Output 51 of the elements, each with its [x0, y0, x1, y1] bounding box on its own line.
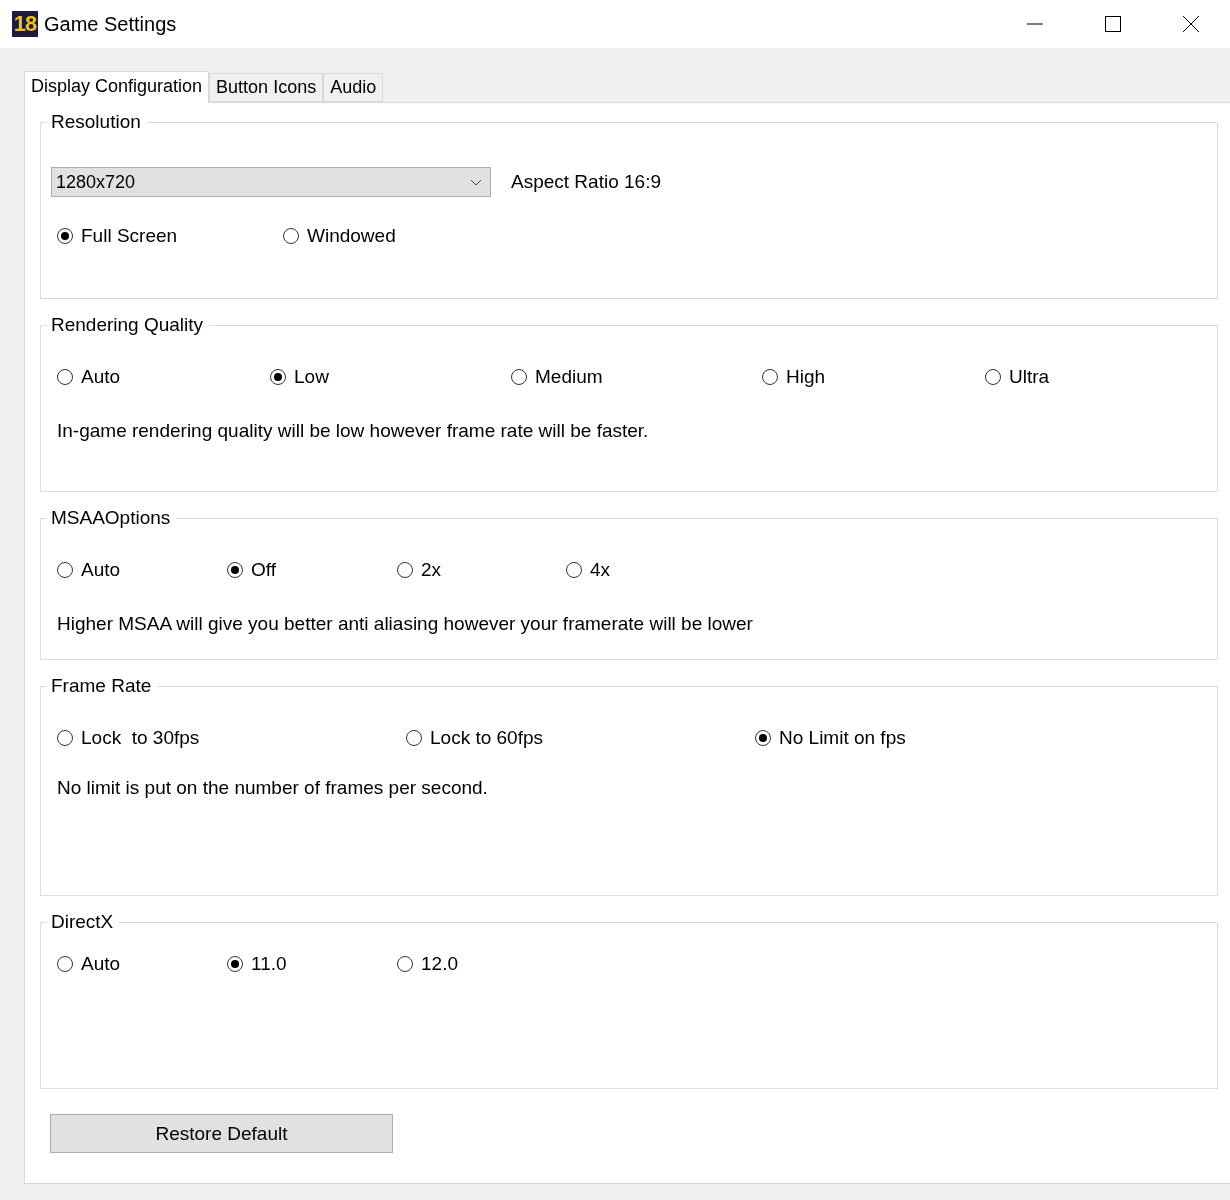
radio-option[interactable]: No Limit on fps: [755, 727, 1055, 749]
radio-option[interactable]: 11.0: [227, 953, 397, 975]
radio-button[interactable]: [227, 562, 243, 578]
radio-button[interactable]: [397, 562, 413, 578]
radio-button[interactable]: [397, 956, 413, 972]
radio-button[interactable]: [270, 369, 286, 385]
tab[interactable]: Audio: [323, 73, 384, 102]
restore-default-button[interactable]: Restore Default: [50, 1114, 393, 1153]
radio-option[interactable]: Auto: [57, 559, 227, 581]
group-title: MSAAOptions: [50, 507, 172, 529]
radio-button[interactable]: [283, 228, 299, 244]
radio-option[interactable]: Lock to 30fps: [57, 727, 406, 749]
radio-button[interactable]: [57, 562, 73, 578]
radio-option[interactable]: Off: [227, 559, 397, 581]
radio-option[interactable]: Auto: [57, 953, 227, 975]
radio-option[interactable]: 12.0: [397, 953, 567, 975]
radio-button[interactable]: [762, 369, 778, 385]
radio-option[interactable]: High: [762, 366, 985, 388]
radio-option[interactable]: Windowed: [283, 225, 509, 247]
group-title: Resolution: [50, 111, 142, 133]
radio-option[interactable]: Full Screen: [57, 225, 283, 247]
window-title: Game Settings: [44, 12, 178, 36]
group-title: Rendering Quality: [50, 314, 205, 336]
radio-button[interactable]: [985, 369, 1001, 385]
radio-option[interactable]: Medium: [511, 366, 762, 388]
group-title: DirectX: [50, 911, 115, 933]
radio-option[interactable]: 2x: [397, 559, 566, 581]
radio-button[interactable]: [57, 956, 73, 972]
radio-option[interactable]: Lock to 60fps: [406, 727, 755, 749]
aspect-ratio-label: Aspect Ratio 16:9: [511, 171, 661, 193]
description-text: In-game rendering quality will be low however frame rate will be faster.: [57, 420, 650, 442]
tab[interactable]: Button Icons: [209, 73, 324, 102]
radio-button[interactable]: [57, 369, 73, 385]
radio-button[interactable]: [511, 369, 527, 385]
tab[interactable]: Display Configuration: [24, 71, 210, 103]
radio-button[interactable]: [406, 730, 422, 746]
radio-button[interactable]: [57, 730, 73, 746]
description-text: No limit is put on the number of frames per second.: [57, 777, 489, 799]
chevron-down-icon: [470, 178, 482, 186]
app-logo: 18: [12, 11, 38, 37]
radio-button[interactable]: [566, 562, 582, 578]
description-text: Higher MSAA will give you better anti aliasing however your framerate will be lower: [57, 613, 754, 635]
radio-button[interactable]: [57, 228, 73, 244]
radio-option[interactable]: Low: [270, 366, 511, 388]
radio-button[interactable]: [227, 956, 243, 972]
radio-option[interactable]: Ultra: [985, 366, 1185, 388]
group-title: Frame Rate: [50, 675, 153, 697]
resolution-dropdown[interactable]: 1280x720: [51, 167, 491, 197]
radio-option[interactable]: 4x: [566, 559, 766, 581]
radio-button[interactable]: [755, 730, 771, 746]
radio-option[interactable]: Auto: [57, 366, 270, 388]
